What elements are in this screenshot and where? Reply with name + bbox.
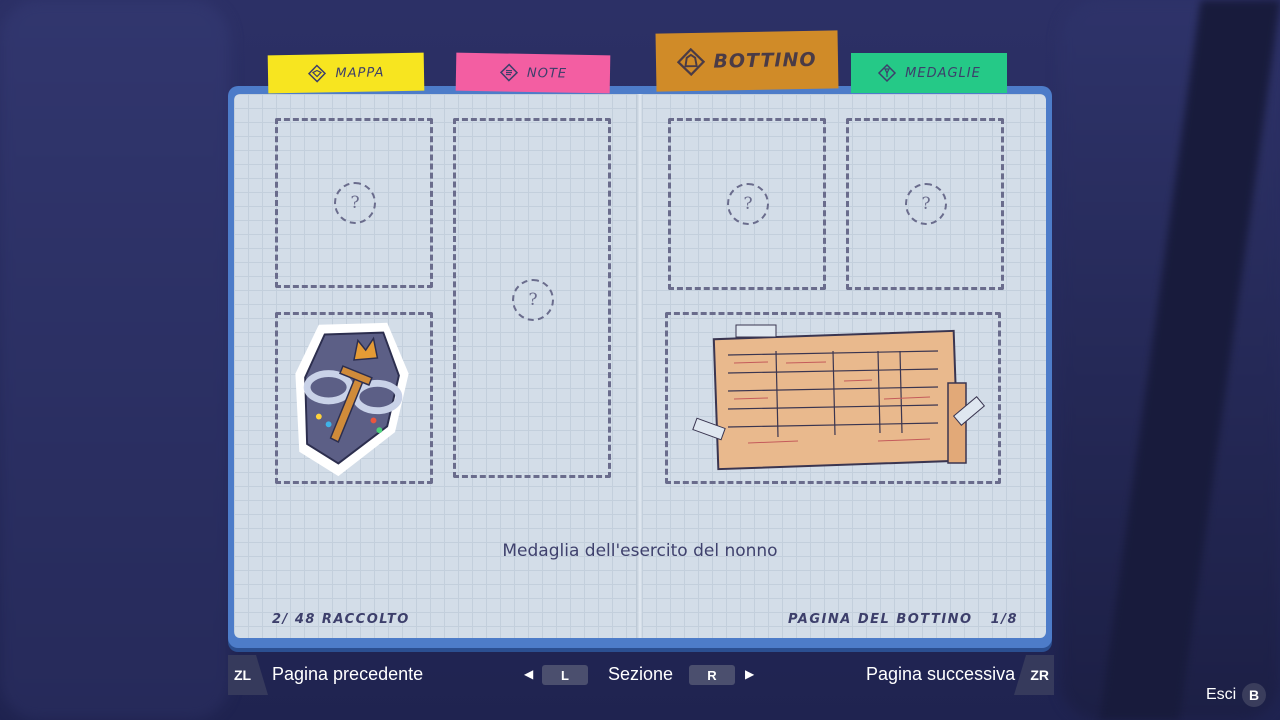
map-icon <box>308 64 327 83</box>
zl-button[interactable]: ZL <box>228 655 268 695</box>
loot-slot-3-selected[interactable] <box>275 312 433 484</box>
zr-button[interactable]: ZR <box>1014 655 1054 695</box>
next-page-label[interactable]: Pagina successiva <box>866 664 1015 685</box>
tab-note[interactable]: NOTE <box>455 52 611 94</box>
notes-icon <box>499 63 519 82</box>
loot-bag-icon <box>677 47 706 77</box>
tab-mappa[interactable]: MAPPA <box>267 52 425 94</box>
b-button[interactable]: B <box>1242 683 1266 707</box>
old-document-icon <box>692 324 986 471</box>
tab-bottino[interactable]: BOTTINO <box>655 30 839 92</box>
tab-bottino-label: BOTTINO <box>713 48 817 73</box>
loot-slot-6[interactable] <box>665 312 1001 484</box>
item-caption: Medaglia dell'esercito del nonno <box>502 541 778 561</box>
medal-icon <box>878 63 897 83</box>
loot-slot-1[interactable]: ? <box>275 118 433 288</box>
tab-medaglie-label: MEDAGLIE <box>905 65 981 81</box>
unknown-item-icon: ? <box>512 279 554 321</box>
loot-slot-2[interactable]: ? <box>453 118 611 478</box>
army-medal-badge-icon <box>295 322 409 477</box>
tab-medaglie[interactable]: MEDAGLIE <box>851 53 1007 93</box>
l-button[interactable]: L <box>542 665 588 685</box>
section-label: Sezione <box>608 664 674 684</box>
collected-count: 2/ 48 RACCOLTO <box>272 612 410 627</box>
exit-label[interactable]: Esci <box>1206 686 1236 704</box>
tab-note-label: NOTE <box>526 65 568 82</box>
previous-page-label[interactable]: Pagina precedente <box>272 664 423 685</box>
loot-slot-4[interactable]: ? <box>668 118 826 290</box>
r-button[interactable]: R <box>689 665 735 685</box>
page-indicator: PAGINA DEL BOTTINO 1/8 <box>787 612 1018 627</box>
unknown-item-icon: ? <box>334 182 376 224</box>
background-left <box>0 0 230 720</box>
tab-mappa-label: MAPPA <box>335 64 385 81</box>
unknown-item-icon: ? <box>905 183 947 225</box>
arrow-left-icon: ◀ <box>524 667 534 681</box>
arrow-right-icon: ▶ <box>745 667 755 681</box>
unknown-item-icon: ? <box>727 183 769 225</box>
loot-slot-5[interactable]: ? <box>846 118 1004 290</box>
